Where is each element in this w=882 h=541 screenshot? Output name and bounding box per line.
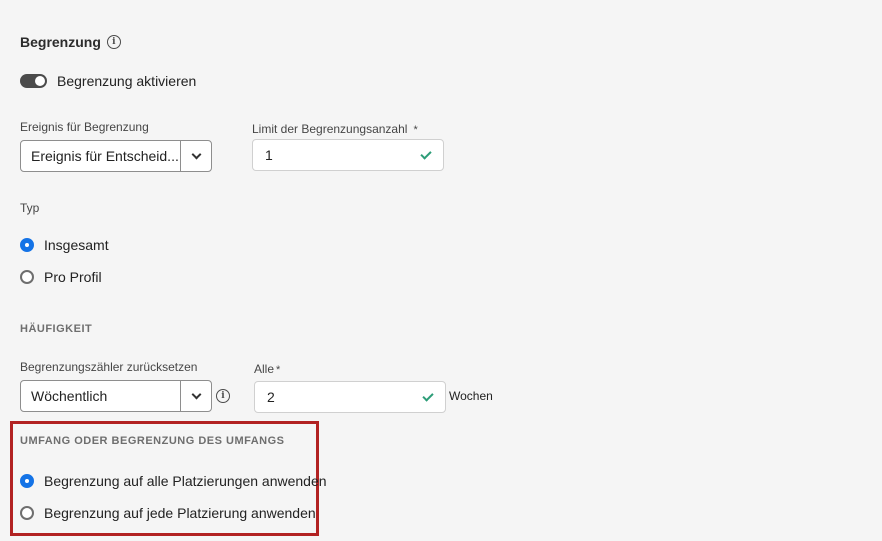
radio-label: Begrenzung auf jede Platzierung anwenden	[44, 505, 316, 521]
event-picker[interactable]: Ereignis für Entscheid...	[20, 140, 212, 172]
capping-toggle-label: Begrenzung aktivieren	[57, 73, 197, 89]
info-icon[interactable]: i	[106, 35, 121, 49]
frequency-heading: HÄUFIGKEIT	[20, 323, 93, 335]
checkmark-icon	[422, 389, 434, 402]
chevron-down-icon	[191, 389, 201, 399]
capping-toggle-switch[interactable]	[20, 74, 47, 88]
radio-button[interactable]	[20, 506, 34, 520]
limit-input[interactable]: 1	[252, 139, 444, 171]
every-input[interactable]: 2	[254, 381, 446, 413]
reset-field-label: Begrenzungszähler zurücksetzen	[20, 360, 198, 374]
capping-section-title: Begrenzung i	[20, 34, 121, 50]
every-field-label-text: Alle	[254, 362, 275, 376]
reset-picker-value: Wöchentlich	[31, 388, 108, 404]
radio-label: Pro Profil	[44, 269, 102, 285]
capping-toggle-row[interactable]: Begrenzung aktivieren	[20, 73, 196, 89]
every-input-value: 2	[267, 389, 275, 405]
every-unit-label: Wochen	[449, 389, 493, 403]
type-group-label: Typ	[20, 201, 40, 215]
limit-field-label-text: Limit der Begrenzungsanzahl	[252, 122, 408, 136]
required-mark: *	[276, 364, 281, 376]
event-picker-value: Ereignis für Entscheid...	[31, 148, 179, 164]
limit-field-label: Limit der Begrenzungsanzahl *	[252, 122, 418, 136]
capping-title: Begrenzung	[20, 34, 101, 50]
radio-each-placement[interactable]: Begrenzung auf jede Platzierung anwenden	[20, 505, 316, 521]
chevron-down-icon	[191, 149, 201, 159]
event-picker-button[interactable]	[180, 141, 211, 171]
required-mark: *	[413, 124, 418, 136]
reset-picker-button[interactable]	[180, 381, 211, 411]
every-field-label: Alle *	[254, 362, 280, 376]
radio-insgesamt[interactable]: Insgesamt	[20, 237, 109, 253]
radio-label: Begrenzung auf alle Platzierungen anwend…	[44, 473, 327, 489]
radio-label: Insgesamt	[44, 237, 109, 253]
scope-heading: UMFANG ODER BEGRENZUNG DES UMFANGS	[20, 435, 285, 447]
limit-input-value: 1	[265, 147, 273, 163]
info-icon[interactable]: i	[216, 389, 230, 403]
radio-pro-profil[interactable]: Pro Profil	[20, 269, 102, 285]
radio-button-checked[interactable]	[20, 474, 34, 488]
radio-all-placements[interactable]: Begrenzung auf alle Platzierungen anwend…	[20, 473, 327, 489]
checkmark-icon	[420, 147, 432, 160]
reset-picker[interactable]: Wöchentlich	[20, 380, 212, 412]
radio-button[interactable]	[20, 270, 34, 284]
event-field-label: Ereignis für Begrenzung	[20, 120, 149, 134]
radio-button-checked[interactable]	[20, 238, 34, 252]
